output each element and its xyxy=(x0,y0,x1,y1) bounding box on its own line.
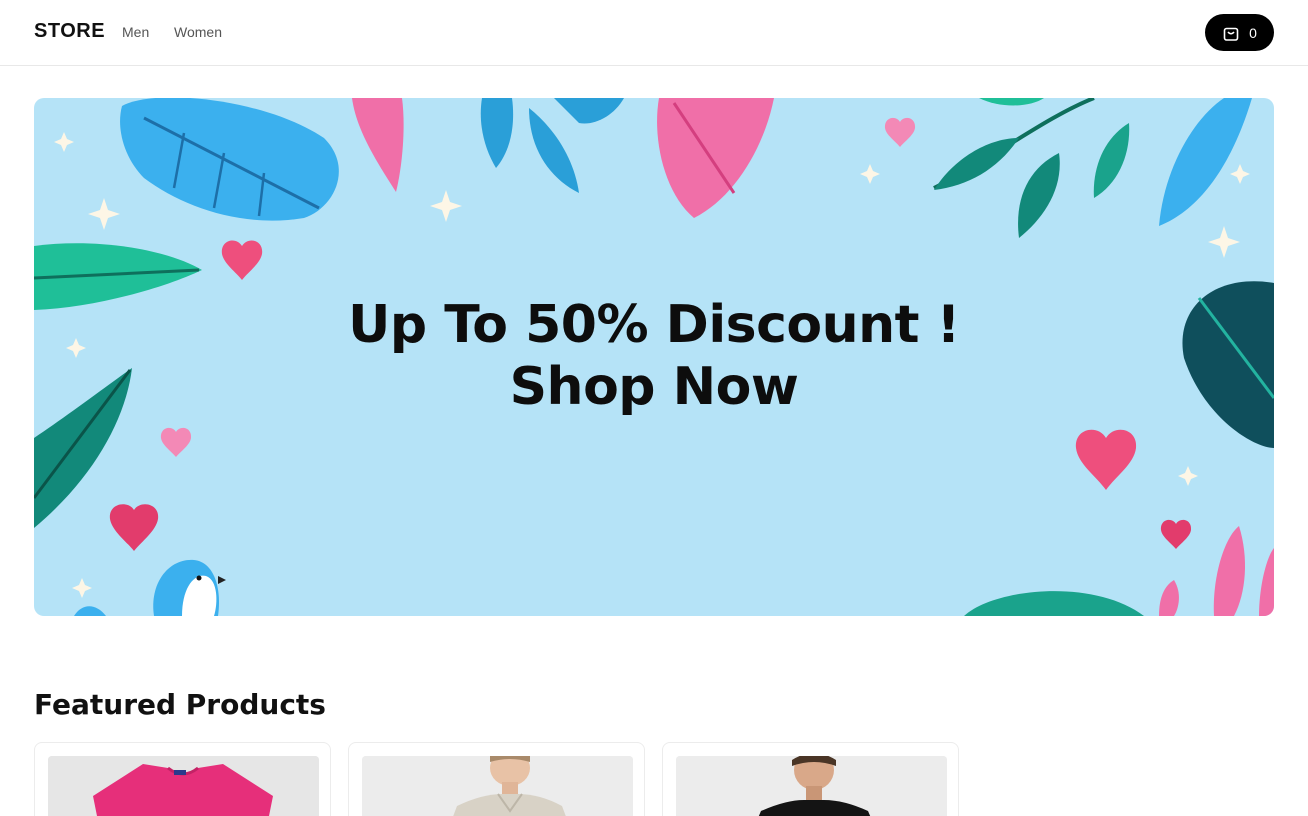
product-card[interactable] xyxy=(662,742,959,816)
site-header: STORE Men Women 0 xyxy=(0,0,1308,66)
pink-leaf-center xyxy=(657,98,774,218)
cart-button[interactable]: 0 xyxy=(1205,14,1274,51)
product-card[interactable] xyxy=(348,742,645,816)
nav-link-women[interactable]: Women xyxy=(174,24,222,40)
hero-line-shop-now[interactable]: Shop Now xyxy=(34,356,1274,418)
featured-products-title: Featured Products xyxy=(34,688,326,721)
store-logo[interactable]: STORE xyxy=(34,20,105,43)
blue-leaf-top-right xyxy=(1159,98,1252,226)
hero-line-discount: Up To 50% Discount ! xyxy=(348,295,960,355)
product-image-man-black-tshirt[interactable] xyxy=(676,756,947,816)
nav-link-men[interactable]: Men xyxy=(122,24,149,40)
hero-headline: Up To 50% Discount ! Shop Now xyxy=(34,294,1274,418)
shopping-bag-icon xyxy=(1222,24,1240,42)
pink-leaf-top xyxy=(352,98,404,192)
heart-decoration xyxy=(221,240,263,280)
product-card[interactable] xyxy=(34,742,331,816)
cart-count: 0 xyxy=(1249,24,1257,41)
product-image-pink-tshirt[interactable] xyxy=(48,756,319,816)
hero-banner[interactable]: Up To 50% Discount ! Shop Now xyxy=(34,98,1274,616)
product-image-man-beige-shirt[interactable] xyxy=(362,756,633,816)
